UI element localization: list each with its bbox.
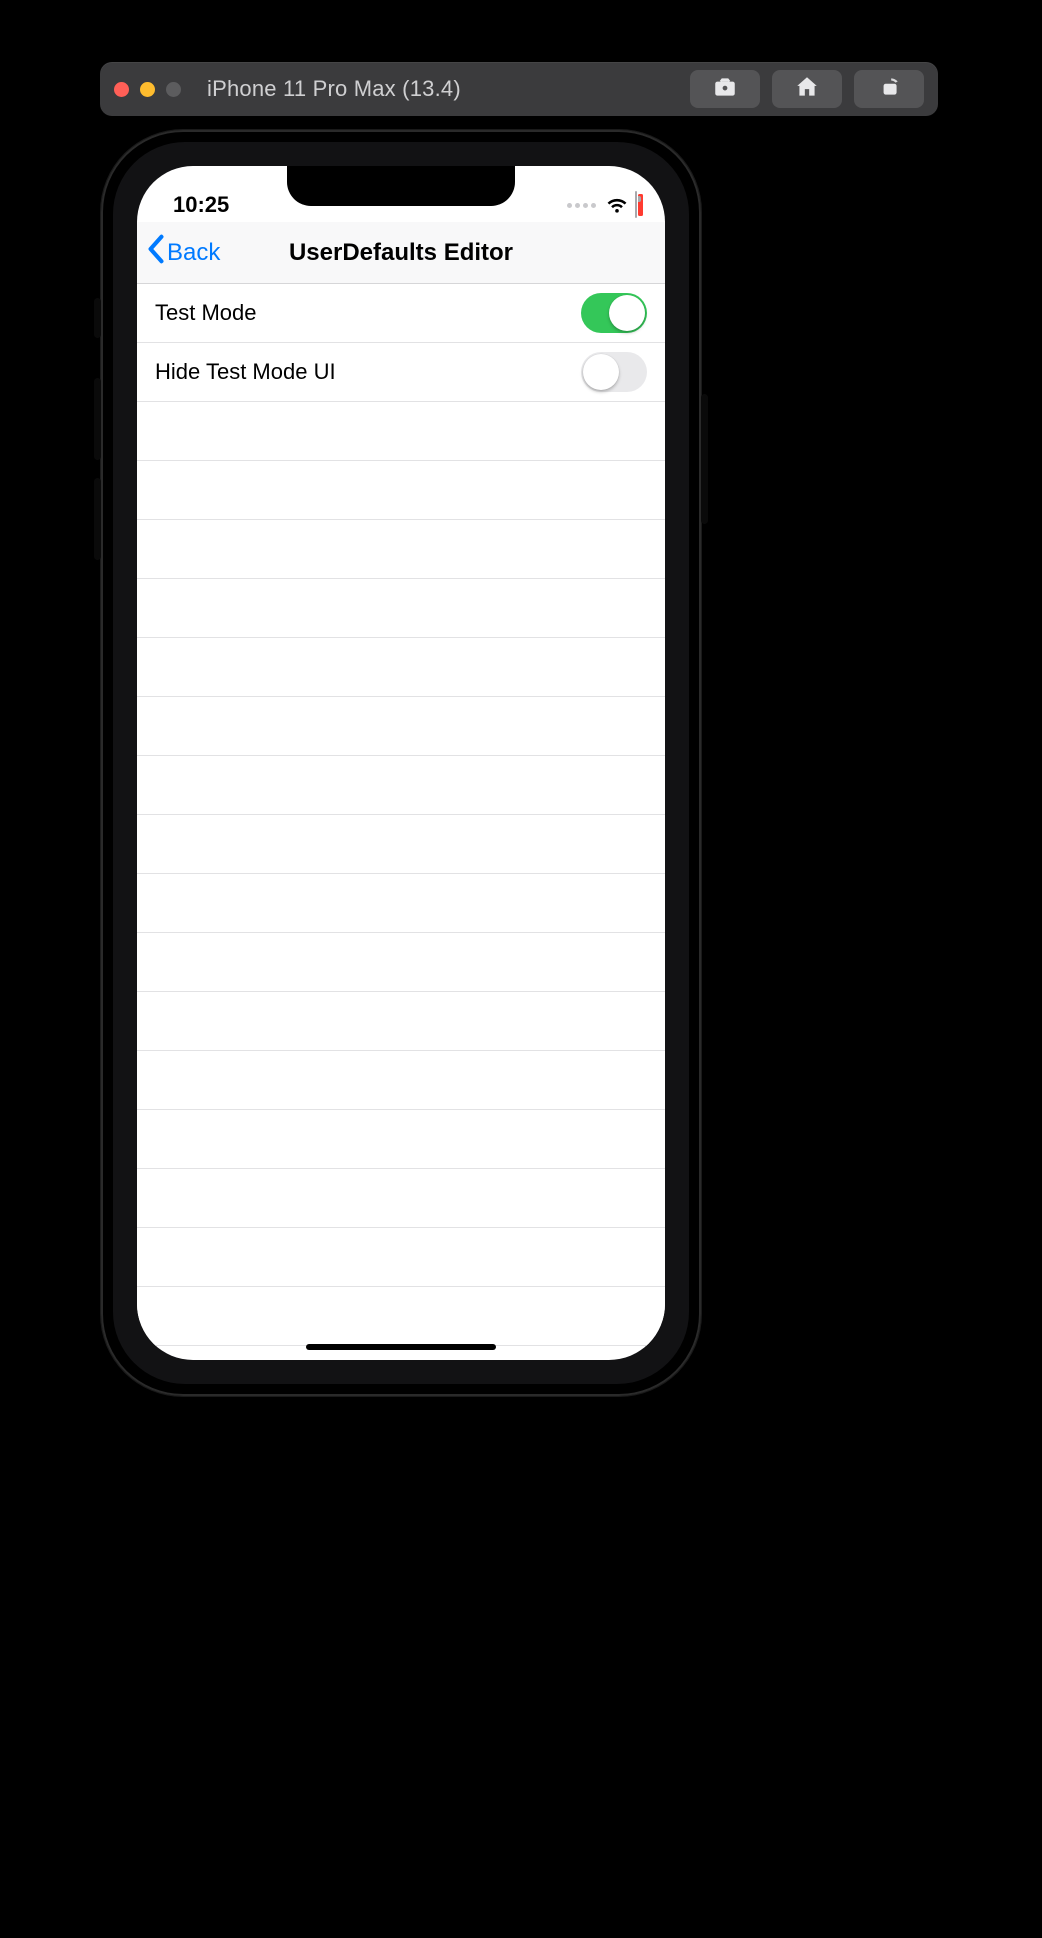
volume-down-button[interactable] [94,478,101,560]
wifi-icon [606,196,628,214]
empty-row [137,1169,665,1228]
home-indicator[interactable] [306,1344,496,1350]
notch [287,166,515,206]
empty-row [137,638,665,697]
home-icon [794,74,820,105]
settings-table: Test Mode Hide Test Mode UI [137,284,665,1346]
empty-row [137,461,665,520]
simulator-title: iPhone 11 Pro Max (13.4) [207,76,461,102]
rotate-button[interactable] [854,70,924,108]
screenshot-button[interactable] [690,70,760,108]
empty-row [137,579,665,638]
empty-row [137,1051,665,1110]
empty-row [137,402,665,461]
navigation-bar: Back UserDefaults Editor [137,222,665,284]
toggle-switch[interactable] [581,352,647,392]
volume-up-button[interactable] [94,378,101,460]
iphone-screen: 10:25 [137,166,665,1360]
settings-row-label: Test Mode [155,300,257,326]
iphone-device-frame: 10:25 [101,130,701,1396]
side-button[interactable] [701,394,708,524]
empty-row [137,815,665,874]
empty-row [137,1228,665,1287]
minimize-window-button[interactable] [140,82,155,97]
window-controls [114,82,181,97]
rotate-icon [876,74,902,105]
status-time: 10:25 [173,192,229,218]
empty-row [137,992,665,1051]
home-button[interactable] [772,70,842,108]
camera-icon [712,74,738,105]
empty-row [137,520,665,579]
empty-row [137,756,665,815]
empty-row [137,933,665,992]
simulator-titlebar: iPhone 11 Pro Max (13.4) [100,62,938,116]
back-label: Back [167,239,220,267]
empty-row [137,874,665,933]
back-button[interactable]: Back [137,234,220,271]
toggle-switch[interactable] [581,293,647,333]
empty-row [137,1110,665,1169]
close-window-button[interactable] [114,82,129,97]
empty-row [137,1287,665,1346]
zoom-window-button[interactable] [166,82,181,97]
settings-row: Test Mode [137,284,665,343]
cellular-dots-icon [567,203,596,208]
chevron-left-icon [147,234,165,271]
settings-row: Hide Test Mode UI [137,343,665,402]
silence-switch[interactable] [94,298,101,338]
empty-row [137,697,665,756]
battery-icon [635,192,637,218]
settings-row-label: Hide Test Mode UI [155,359,336,385]
